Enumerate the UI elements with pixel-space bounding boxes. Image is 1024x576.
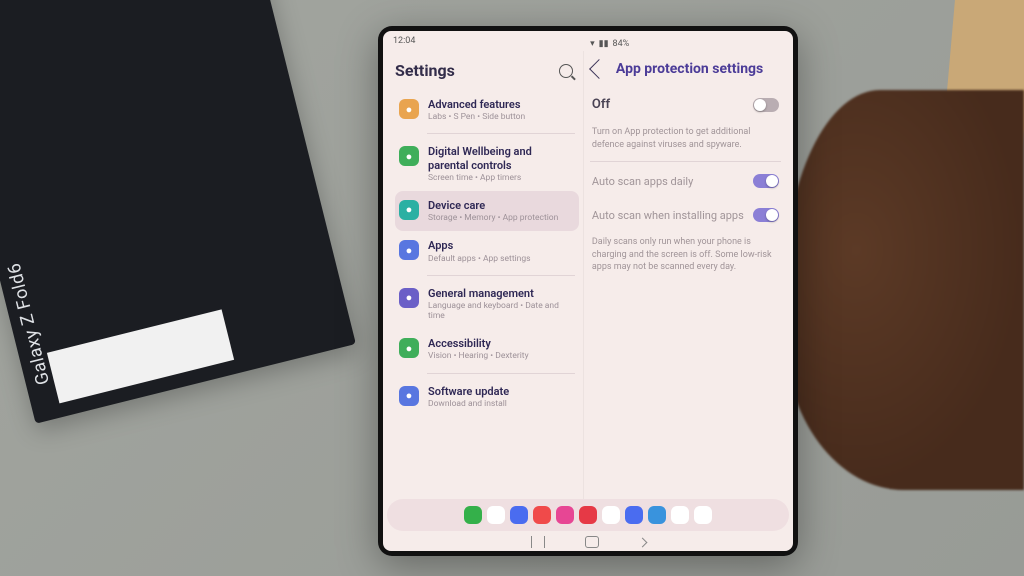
dock-app-9[interactable] xyxy=(671,506,689,524)
master-toggle-row[interactable]: Off xyxy=(590,87,781,122)
settings-item-title: Advanced features xyxy=(428,98,575,111)
detail-pane: App protection settings Off Turn on App … xyxy=(584,51,793,499)
detail-title: App protection settings xyxy=(616,61,763,77)
dock-app-2[interactable] xyxy=(510,506,528,524)
option-switch[interactable] xyxy=(753,174,779,188)
settings-item-icon: ● xyxy=(399,200,419,220)
tablet-screen: 12:04 ▾ ▮▮ 84% Settings ● Advanced featur… xyxy=(383,31,793,551)
settings-title: Settings xyxy=(395,61,455,80)
option-row-1[interactable]: Auto scan when installing apps xyxy=(590,198,781,232)
tablet-device: 12:04 ▾ ▮▮ 84% Settings ● Advanced featur… xyxy=(378,26,798,556)
option-label: Auto scan when installing apps xyxy=(592,209,744,222)
settings-item-apps[interactable]: ● Apps Default apps • App settings xyxy=(395,231,579,271)
product-box: Galaxy Z Fold6 xyxy=(0,0,356,424)
option-label: Auto scan apps daily xyxy=(592,175,693,188)
box-label xyxy=(47,309,234,403)
dock-app-10[interactable] xyxy=(694,506,712,524)
divider xyxy=(590,161,781,162)
settings-item-sub: Screen time • App timers xyxy=(428,173,575,183)
settings-item-title: Software update xyxy=(428,385,575,398)
settings-item-title: Device care xyxy=(428,199,575,212)
settings-item-icon: ● xyxy=(399,386,419,406)
back-button[interactable] xyxy=(637,537,647,547)
settings-item-sub: Language and keyboard • Date and time xyxy=(428,301,575,321)
user-hand xyxy=(784,90,1024,490)
status-time: 12:04 xyxy=(393,36,415,46)
master-label: Off xyxy=(592,97,610,112)
settings-item-title: Apps xyxy=(428,239,575,252)
master-description: Turn on App protection to get additional… xyxy=(590,122,781,159)
option-switch[interactable] xyxy=(753,208,779,222)
settings-item-icon: ● xyxy=(399,338,419,358)
dock-app-3[interactable] xyxy=(533,506,551,524)
box-brand-text: Galaxy Z Fold6 xyxy=(4,261,55,387)
signal-icon: ▮▮ xyxy=(599,39,609,49)
settings-item-title: Digital Wellbeing and parental controls xyxy=(428,145,575,171)
status-bar: 12:04 ▾ ▮▮ 84% xyxy=(383,31,793,51)
dock-app-6[interactable] xyxy=(602,506,620,524)
dock-app-4[interactable] xyxy=(556,506,574,524)
recents-button[interactable] xyxy=(531,536,545,548)
settings-item-icon: ● xyxy=(399,146,419,166)
settings-item-accessibility[interactable]: ● AccessibilityVision • Hearing • Dexteri… xyxy=(395,329,579,369)
home-button[interactable] xyxy=(585,536,599,548)
settings-item-digital-wellbeing-and-parental-controls[interactable]: ● Digital Wellbeing and parental controls… xyxy=(395,137,579,191)
settings-item-advanced-features[interactable]: ● Advanced featuresLabs • S Pen • Side bu… xyxy=(395,90,579,130)
options-description: Daily scans only run when your phone is … xyxy=(590,232,781,282)
settings-item-sub: Storage • Memory • App protection xyxy=(428,213,575,223)
nav-bar xyxy=(383,533,793,551)
settings-list-pane: Settings ● Advanced featuresLabs • S Pen … xyxy=(383,51,584,499)
settings-item-sub: Default apps • App settings xyxy=(428,254,575,264)
settings-item-sub: Download and install xyxy=(428,399,575,409)
settings-item-sub: Labs • S Pen • Side button xyxy=(428,112,575,122)
dock-app-8[interactable] xyxy=(648,506,666,524)
settings-item-general-management[interactable]: ● General managementLanguage and keyboard… xyxy=(395,279,579,330)
master-switch[interactable] xyxy=(753,98,779,112)
divider xyxy=(427,373,575,374)
wifi-icon: ▾ xyxy=(590,39,595,49)
divider xyxy=(427,133,575,134)
settings-item-device-care[interactable]: ● Device careStorage • Memory • App prote… xyxy=(395,191,579,231)
option-row-0[interactable]: Auto scan apps daily xyxy=(590,164,781,198)
dock-app-5[interactable] xyxy=(579,506,597,524)
dock-app-7[interactable] xyxy=(625,506,643,524)
settings-item-sub: Vision • Hearing • Dexterity xyxy=(428,351,575,361)
settings-item-icon: ● xyxy=(399,288,419,308)
settings-item-icon: ● xyxy=(399,99,419,119)
app-dock xyxy=(387,499,789,531)
divider xyxy=(427,275,575,276)
back-icon[interactable] xyxy=(589,59,609,79)
search-icon[interactable] xyxy=(559,64,573,78)
status-right: ▾ ▮▮ 84% xyxy=(584,33,783,49)
settings-item-software-update[interactable]: ● Software updateDownload and install xyxy=(395,377,579,417)
settings-item-title: Accessibility xyxy=(428,337,575,350)
dock-app-0[interactable] xyxy=(464,506,482,524)
settings-item-icon: ● xyxy=(399,240,419,260)
settings-item-title: General management xyxy=(428,287,575,300)
dock-app-1[interactable] xyxy=(487,506,505,524)
battery-text: 84% xyxy=(613,39,630,49)
